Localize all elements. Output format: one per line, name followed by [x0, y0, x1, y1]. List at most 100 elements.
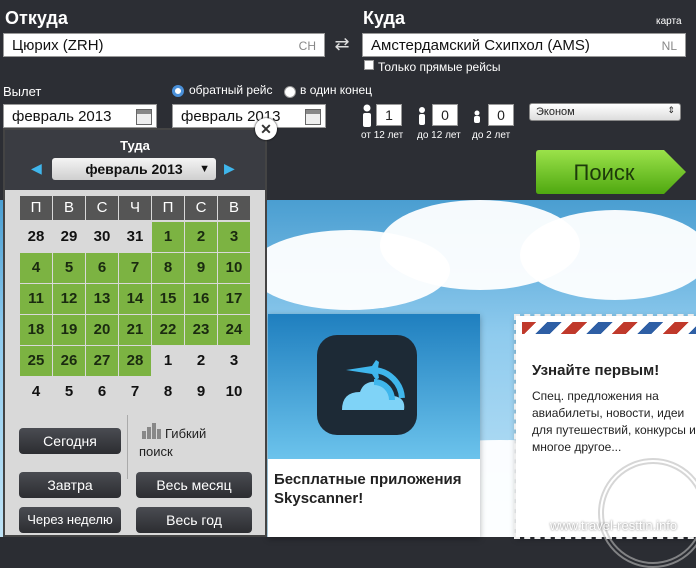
whole-month-button[interactable]: Весь месяц [136, 472, 252, 498]
swap-icon[interactable]: ⇄ [332, 34, 352, 54]
from-value: Цюрих (ZRH) [12, 37, 104, 54]
infants-count[interactable]: 0 [488, 104, 514, 126]
one-way-label: в один конец [300, 83, 373, 97]
weekday-header: В [53, 196, 85, 220]
calendar-day[interactable]: 28 [20, 222, 52, 252]
from-field[interactable]: Цюрих (ZRH) CH [3, 33, 325, 57]
today-button[interactable]: Сегодня [19, 428, 121, 454]
cloud-shape [520, 210, 696, 300]
calendar-day[interactable]: 16 [185, 284, 217, 314]
close-icon[interactable]: ✕ [255, 118, 277, 140]
to-label: Куда [363, 8, 405, 28]
calendar-day[interactable]: 29 [53, 222, 85, 252]
departure-date-field[interactable]: февраль 2013 [3, 104, 157, 128]
calendar-popup: Туда ◀ февраль 2013 ▼ ▶ П В С Ч П С В 28 29 30 31 1… [3, 128, 267, 537]
app-promo-text: Бесплатные приложения Skyscanner! [274, 471, 462, 507]
infants-label: до 2 лет [472, 130, 511, 141]
flexible-search-label[interactable]: Гибкий поиск [139, 425, 229, 461]
calendar-day[interactable]: 1 [152, 222, 184, 252]
updown-icon: ⇕ [667, 105, 675, 115]
calendar-day[interactable]: 19 [53, 315, 85, 345]
calendar-day[interactable]: 24 [218, 315, 250, 345]
calendar-title: Туда [120, 138, 150, 153]
watermark: www.travel-resttin.info [550, 518, 678, 533]
round-trip-label: обратный рейс [189, 83, 273, 97]
round-trip-radio[interactable] [172, 85, 184, 97]
divider [127, 415, 128, 479]
from-country-code: CH [298, 39, 316, 53]
direct-only-checkbox[interactable] [364, 60, 374, 70]
calendar-day[interactable]: 2 [185, 346, 217, 376]
from-label: Откуда [5, 8, 68, 28]
adult-icon [363, 104, 371, 127]
calendar-day[interactable]: 15 [152, 284, 184, 314]
calendar-day[interactable]: 28 [119, 346, 151, 376]
weekday-header: П [20, 196, 52, 220]
weekday-header: С [185, 196, 217, 220]
calendar-day[interactable]: 4 [20, 377, 52, 407]
child-icon [419, 107, 425, 125]
adults-count[interactable]: 1 [376, 104, 402, 126]
calendar-day[interactable]: 6 [86, 253, 118, 283]
calendar-day[interactable]: 11 [20, 284, 52, 314]
calendar-day[interactable]: 10 [218, 253, 250, 283]
calendar-day[interactable]: 6 [86, 377, 118, 407]
next-month-icon[interactable]: ▶ [224, 160, 235, 177]
calendar-day[interactable]: 9 [185, 253, 217, 283]
calendar-day[interactable]: 12 [53, 284, 85, 314]
calendar-day[interactable]: 30 [86, 222, 118, 252]
calendar-day[interactable]: 3 [218, 222, 250, 252]
adults-label: от 12 лет [361, 130, 404, 141]
one-way-radio[interactable] [284, 86, 296, 98]
calendar-day[interactable]: 23 [185, 315, 217, 345]
calendar-day[interactable]: 27 [86, 346, 118, 376]
calendar-day[interactable]: 8 [152, 253, 184, 283]
calendar-icon[interactable] [305, 109, 321, 125]
calendar-day[interactable]: 18 [20, 315, 52, 345]
weekday-header: С [86, 196, 118, 220]
calendar-day[interactable]: 5 [53, 253, 85, 283]
weekday-header: П [152, 196, 184, 220]
calendar-day[interactable]: 31 [119, 222, 151, 252]
calendar-day[interactable]: 1 [152, 346, 184, 376]
tomorrow-button[interactable]: Завтра [19, 472, 121, 498]
calendar-day[interactable]: 10 [218, 377, 250, 407]
calendar-day[interactable]: 26 [53, 346, 85, 376]
calendar-day[interactable]: 8 [152, 377, 184, 407]
return-date-field[interactable]: февраль 2013 [172, 104, 326, 128]
search-button-label[interactable]: Поиск [536, 160, 672, 186]
departure-date-value: февраль 2013 [12, 108, 112, 125]
to-field[interactable]: Амстердамский Схипхол (AMS) NL [362, 33, 686, 57]
calendar-day[interactable]: 7 [119, 253, 151, 283]
whole-year-button[interactable]: Весь год [136, 507, 252, 533]
calendar-day[interactable]: 9 [185, 377, 217, 407]
calendar-day[interactable]: 7 [119, 377, 151, 407]
calendar-day[interactable]: 25 [20, 346, 52, 376]
calendar-day[interactable]: 2 [185, 222, 217, 252]
calendar-day[interactable]: 14 [119, 284, 151, 314]
cabin-select[interactable]: Эконом ⇕ [529, 103, 681, 121]
postmark-stamp [598, 458, 696, 568]
weekday-header: Ч [119, 196, 151, 220]
month-select[interactable]: февраль 2013 ▼ [52, 158, 216, 180]
dropdown-arrow-icon: ▼ [199, 163, 210, 175]
calendar-day[interactable]: 17 [218, 284, 250, 314]
calendar-icon[interactable] [136, 109, 152, 125]
airmail-border [522, 322, 696, 334]
calendar-day[interactable]: 3 [218, 346, 250, 376]
map-link[interactable]: карта [656, 16, 682, 27]
children-count[interactable]: 0 [432, 104, 458, 126]
prev-month-icon[interactable]: ◀ [31, 160, 42, 177]
newsletter-body: Спец. предложения на авиабилеты, новости… [532, 389, 696, 454]
infant-icon [474, 110, 480, 123]
calendar-day[interactable]: 13 [86, 284, 118, 314]
to-value: Амстердамский Схипхол (AMS) [371, 37, 590, 54]
in-a-week-button[interactable]: Через неделю [19, 507, 121, 533]
newsletter-card[interactable]: Узнайте первым! Спец. предложения на ави… [514, 314, 696, 568]
calendar-day[interactable]: 22 [152, 315, 184, 345]
calendar-day[interactable]: 21 [119, 315, 151, 345]
app-promo-card[interactable]: Бесплатные приложения Skyscanner! [268, 314, 480, 537]
calendar-day[interactable]: 20 [86, 315, 118, 345]
calendar-day[interactable]: 5 [53, 377, 85, 407]
calendar-day[interactable]: 4 [20, 253, 52, 283]
